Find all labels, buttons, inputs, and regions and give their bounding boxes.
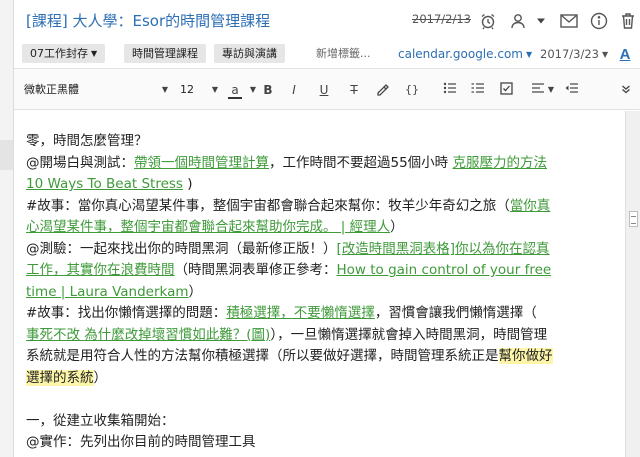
chevron-down-icon: ▼ xyxy=(525,50,533,59)
updated-date[interactable]: 2017/3/23 ▼ xyxy=(540,45,608,64)
left-panel-edge xyxy=(0,0,14,457)
outdent-icon[interactable] xyxy=(564,82,580,98)
alarm-clock-icon[interactable] xyxy=(478,11,498,31)
scrollbar-thumb[interactable] xyxy=(629,211,638,227)
trash-icon[interactable] xyxy=(618,11,638,31)
body-link[interactable]: 工作，其實你在浪費時間 xyxy=(26,262,175,278)
body-link[interactable]: 事死不改 為什麼改掉壞習慣如此難？(圖) xyxy=(26,327,270,343)
body-link[interactable]: 克服壓力的方法 xyxy=(452,155,547,171)
body-text: 一，從建立收集箱開始： xyxy=(26,412,175,429)
updated-date-text: 2017/3/23 xyxy=(540,47,599,61)
note-title[interactable]: [課程] 大人學：Esor的時間管理課程 xyxy=(26,10,270,31)
font-size-value: 12 xyxy=(180,83,194,96)
body-line: @開場白與測試：帶領一個時間管理計算，工作時間不要超過55個小時 克服壓力的方法 xyxy=(26,153,624,175)
body-line xyxy=(26,389,624,411)
tag-chip[interactable]: 專訪與演講 xyxy=(214,44,285,63)
font-family-select[interactable]: 微軟正黑體 ▼ xyxy=(20,80,170,100)
body-line: 心渴望某件事，整個宇宙都會聯合起來幫助你完成。 | 經理人） xyxy=(26,217,624,239)
font-family-value: 微軟正黑體 xyxy=(24,83,79,96)
underline-button[interactable]: U xyxy=(316,82,332,98)
body-line: @測驗：一起來找出你的時間黑洞（最新修正版！）[改造時間黑洞表格]你以為你在認真 xyxy=(26,239,624,261)
body-text: ），一旦懶惰選擇就會掉入時間黑洞，時間管理 xyxy=(270,326,548,343)
note-body-editor[interactable]: 零，時間怎麼管理？ @開場白與測試：帶領一個時間管理計算，工作時間不要超過55個… xyxy=(14,111,624,457)
body-text: ） xyxy=(93,369,108,386)
tag-label: 專訪與演講 xyxy=(222,47,277,60)
editor-scrollbar[interactable] xyxy=(625,111,640,457)
body-text: 零，時間怎麼管理？ xyxy=(26,133,148,149)
italic-button[interactable]: I xyxy=(286,82,302,98)
body-text: @開場白與測試： xyxy=(26,154,134,171)
chevron-down-icon: ▼ xyxy=(211,85,218,94)
body-line: time | Laura Vanderkam） xyxy=(26,282,624,304)
font-size-select[interactable]: 12 ▼ xyxy=(176,80,220,100)
left-panel-marker xyxy=(0,140,13,170)
body-link[interactable]: How to gain control of your free xyxy=(337,262,552,278)
body-link[interactable]: 積極選擇，不要懶惰選擇 xyxy=(226,305,375,321)
chevron-down-icon[interactable]: ▼ xyxy=(245,82,261,98)
tag-chip[interactable]: 時間管理課程 xyxy=(124,44,206,63)
body-line: 一，從建立收集箱開始： xyxy=(26,411,624,433)
body-text: ） xyxy=(390,219,404,235)
body-line: 系統就是用符合人性的方法幫你積極選擇（所以要做好選擇，時間管理系統正是幫你做好 xyxy=(26,346,624,368)
body-text: ） xyxy=(188,283,203,300)
body-link[interactable]: 當你真 xyxy=(510,198,551,214)
email-icon[interactable] xyxy=(559,11,579,31)
body-link[interactable]: [改造時間黑洞表格]你以為你在認真 xyxy=(337,241,550,257)
body-text: @實作：先列出你目前的時間管理工具 xyxy=(26,434,256,450)
bulleted-list-icon[interactable] xyxy=(442,82,458,98)
body-line: 零，時間怎麼管理？ xyxy=(26,131,624,153)
body-line: #故事：找出你懶惰選擇的問題：積極選擇，不要懶惰選擇，習慣會讓我們懶惰選擇（ xyxy=(26,303,624,325)
more-dropdown-icon[interactable] xyxy=(534,11,548,31)
font-color-button[interactable]: a xyxy=(226,82,244,99)
tag-label: 時間管理課程 xyxy=(132,47,198,60)
source-url-text: calendar.google.com xyxy=(398,47,523,61)
body-text: @測驗：一起來找出你的時間黑洞（最新修正版！） xyxy=(26,240,337,257)
body-line: 選擇的系統） xyxy=(26,368,624,390)
body-text: （時間黑洞表單修正參考： xyxy=(174,262,337,278)
tag-chip[interactable]: 07工作封存 ▼ xyxy=(22,44,106,63)
chevron-down-icon[interactable]: ▼ xyxy=(546,82,556,98)
body-text: ，工作時間不要超過55個小時 xyxy=(269,154,453,171)
format-toolbar: 微軟正黑體 ▼ 12 ▼ a ▼ B I U T {} ▼ xyxy=(14,68,640,110)
body-text: ) xyxy=(182,176,193,192)
highlighted-text: 幫你做好 xyxy=(498,348,553,364)
body-line: 事死不改 為什麼改掉壞習慣如此難？(圖)），一旦懶惰選擇就會掉入時間黑洞，時間管… xyxy=(26,325,624,347)
tag-label: 07工作封存 xyxy=(30,47,88,60)
checkbox-icon[interactable] xyxy=(498,82,514,99)
created-date[interactable]: 2017/2/13 xyxy=(412,12,471,26)
align-icon[interactable] xyxy=(530,82,546,98)
body-link[interactable]: 心渴望某件事，整個宇宙都會聯合起來幫助你完成。 | 經理人 xyxy=(26,219,390,235)
highlighter-icon[interactable] xyxy=(374,82,390,100)
toolbar-overflow-icon[interactable] xyxy=(618,82,634,98)
numbered-list-icon[interactable] xyxy=(470,82,486,98)
highlighted-text: 選擇的系統 xyxy=(26,369,94,386)
bold-button[interactable]: B xyxy=(260,82,276,98)
font-color-label: a xyxy=(228,83,242,99)
strikethrough-button[interactable]: T xyxy=(346,82,362,98)
body-text: 系統就是用符合人性的方法幫你積極選擇（所以要做好選擇，時間管理系統正是 xyxy=(26,348,499,364)
body-link[interactable]: 帶領一個時間管理計算 xyxy=(134,155,269,171)
body-line: @實作：先列出你目前的時間管理工具 xyxy=(26,432,624,454)
chevron-down-icon: ▼ xyxy=(601,50,609,59)
chevron-down-icon: ▼ xyxy=(91,49,98,58)
source-url-link[interactable]: calendar.google.com ▼ xyxy=(398,45,532,64)
note-meta-bar: 07工作封存 ▼ 時間管理課程 專訪與演講 新增標籤... calendar.go… xyxy=(14,42,640,66)
chevron-down-icon: ▼ xyxy=(161,85,168,94)
body-text: #故事：找出你懶惰選擇的問題： xyxy=(26,305,227,321)
share-person-icon[interactable] xyxy=(508,11,528,31)
body-text: ，習慣會讓我們懶惰選擇（ xyxy=(374,305,537,321)
body-line: #故事：當你真心渴望某件事，整個宇宙都會聯合起來幫你：牧羊少年奇幻之旅（當你真 xyxy=(26,196,624,218)
font-style-icon[interactable]: A xyxy=(616,43,634,65)
code-block-button[interactable]: {} xyxy=(404,82,420,98)
new-tag-input[interactable]: 新增標籤... xyxy=(316,45,371,63)
info-icon[interactable] xyxy=(589,11,609,31)
body-text: #故事：當你真心渴望某件事，整個宇宙都會聯合起來幫你：牧羊少年奇幻之旅（ xyxy=(26,197,510,214)
body-link[interactable]: time | Laura Vanderkam xyxy=(26,284,189,300)
body-line: 10 Ways To Beat Stress ) xyxy=(26,174,624,196)
body-line: 工作，其實你在浪費時間（時間黑洞表單修正參考：How to gain contr… xyxy=(26,260,624,282)
body-link[interactable]: 10 Ways To Beat Stress xyxy=(26,176,183,192)
note-header: [課程] 大人學：Esor的時間管理課程 2017/2/13 xyxy=(14,0,640,42)
